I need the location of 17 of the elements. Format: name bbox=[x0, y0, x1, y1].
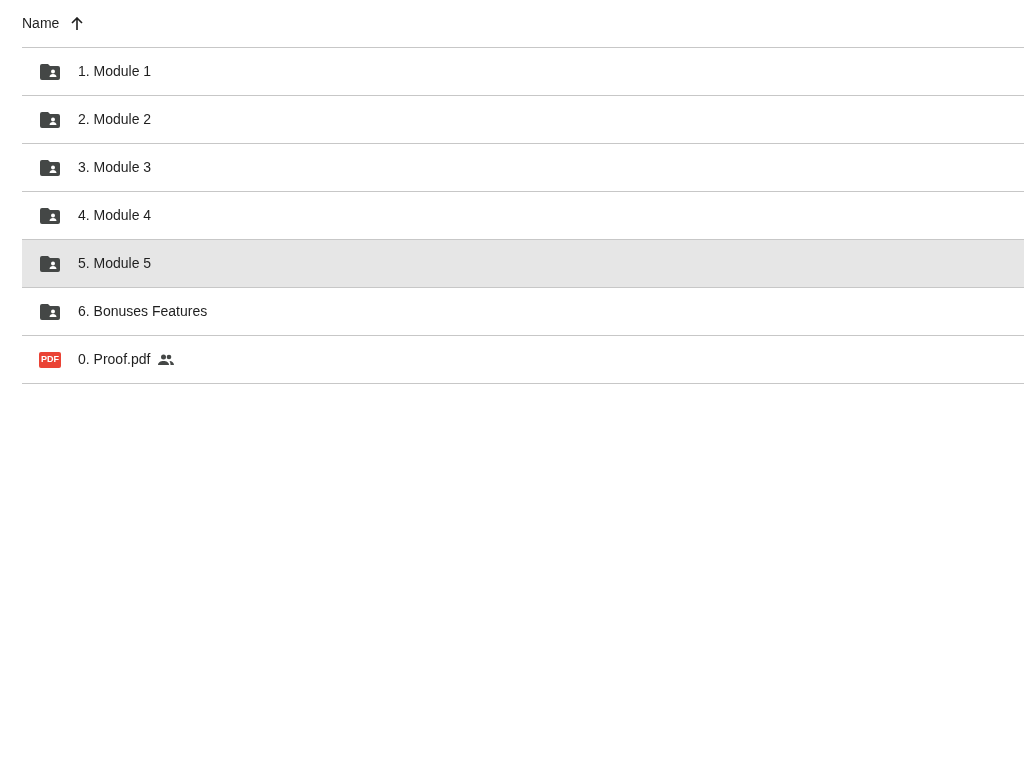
shared-folder-icon bbox=[40, 159, 60, 176]
file-name: 2. Module 2 bbox=[78, 110, 152, 129]
shared-folder-icon bbox=[40, 303, 60, 320]
shared-folder-icon bbox=[40, 207, 60, 224]
file-name: 1. Module 1 bbox=[78, 62, 152, 81]
file-name: 3. Module 3 bbox=[78, 158, 152, 177]
pdf-icon: PDF bbox=[39, 351, 61, 368]
file-name: 4. Module 4 bbox=[78, 206, 152, 225]
shared-folder-icon bbox=[40, 111, 60, 128]
file-name: 6. Bonuses Features bbox=[78, 302, 208, 321]
file-row[interactable]: 5. Module 5 bbox=[22, 240, 1024, 288]
column-header[interactable]: Name bbox=[22, 13, 60, 34]
arrow-up-icon[interactable] bbox=[71, 17, 84, 30]
file-name: 0. Proof.pdf bbox=[78, 350, 151, 369]
shared-folder-icon bbox=[40, 63, 60, 80]
file-name: 5. Module 5 bbox=[78, 254, 152, 273]
shared-folder-icon bbox=[40, 255, 60, 272]
